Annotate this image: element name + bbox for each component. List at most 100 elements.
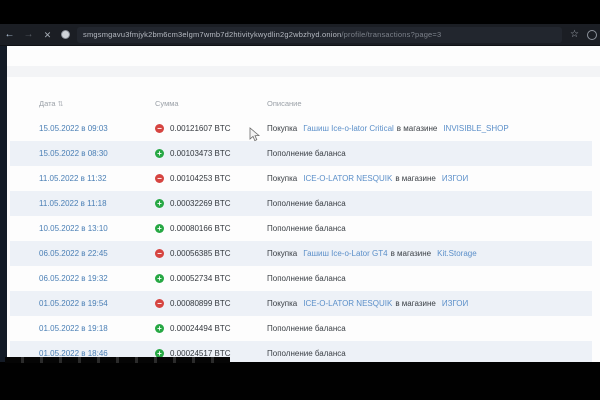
transaction-amount: 0.00024494 BTC [170,324,231,333]
transaction-description-cell: Пополнение баланса [267,324,592,333]
plus-circle-icon: + [155,274,164,283]
transaction-date-link[interactable]: 01.05.2022 в 19:18 [39,324,108,333]
transaction-date-link[interactable]: 11.05.2022 в 11:32 [39,174,107,183]
transactions-table: Дата⇅ Сумма Описание 15.05.2022 в 09:03 −… [10,90,592,366]
minus-circle-icon: − [155,249,164,258]
purchase-label: Покупка [267,299,297,308]
transaction-date-cell: 11.05.2022 в 11:18 [10,199,155,208]
header-amount: Сумма [155,99,267,108]
forward-icon[interactable]: → [19,24,38,46]
header-date-label: Дата [39,99,56,108]
table-row: 11.05.2022 в 11:32−0.00104253 BTCПокупка… [10,166,592,191]
transaction-description-cell: Пополнение баланса [267,199,592,208]
deposit-label: Пополнение баланса [267,199,346,208]
transaction-date-link[interactable]: 06.05.2022 в 19:32 [39,274,108,283]
url-domain: smgsmgavu3fmjyk2bm6cm3elgm7wmb7d2htivity… [83,30,341,39]
transaction-amount-cell: +0.00080166 BTC [155,224,267,233]
browser-toolbar: ← → ✕ smgsmgavu3fmjyk2bm6cm3elgm7wmb7d2h… [0,24,600,46]
transaction-description-cell: Пополнение баланса [267,349,592,358]
letterbox-bottom [0,362,600,400]
back-icon[interactable]: ← [0,24,19,46]
shop-connector-label: в магазине [391,249,432,258]
minus-circle-icon: − [155,299,164,308]
url-bar[interactable]: smgsmgavu3fmjyk2bm6cm3elgm7wmb7d2htivity… [77,27,562,43]
header-description-label: Описание [267,99,302,108]
transaction-amount: 0.00103473 BTC [170,149,231,158]
plus-circle-icon: + [155,149,164,158]
transaction-description-cell: Пополнение баланса [267,224,592,233]
table-header-row: Дата⇅ Сумма Описание [10,90,592,116]
transaction-amount-cell: +0.00024494 BTC [155,324,267,333]
video-frame: ← → ✕ smgsmgavu3fmjyk2bm6cm3elgm7wmb7d2h… [0,0,600,400]
purchase-label: Покупка [267,124,297,133]
transaction-date-link[interactable]: 15.05.2022 в 08:30 [39,149,108,158]
shop-link[interactable]: ИЗГОИ [442,174,468,183]
header-description: Описание [267,99,592,108]
transaction-date-link[interactable]: 06.05.2022 в 22:45 [39,249,108,258]
transaction-amount: 0.00104253 BTC [170,174,231,183]
transaction-amount-cell: +0.00032269 BTC [155,199,267,208]
stop-icon[interactable]: ✕ [38,24,57,46]
transaction-date-cell: 10.05.2022 в 13:10 [10,224,155,233]
transaction-description-cell: Покупка Гашиш Ice-o-Lator GT4 в магазине Ki… [267,249,592,258]
shop-connector-label: в магазине [395,174,436,183]
deposit-label: Пополнение баланса [267,324,346,333]
url-path: /profile/transactions?page=3 [341,30,441,39]
shop-link[interactable]: INVISIBLE_SHOP [443,124,508,133]
transaction-date-link[interactable]: 15.05.2022 в 09:03 [39,124,108,133]
header-date[interactable]: Дата⇅ [10,99,155,108]
video-artifact [5,357,230,363]
product-link[interactable]: ICE-O-LATOR NESQUIK [303,174,392,183]
transaction-date-cell: 01.05.2022 в 19:18 [10,324,155,333]
shop-link[interactable]: ИЗГОИ [442,299,468,308]
sort-icon[interactable]: ⇅ [58,101,64,108]
purchase-label: Покупка [267,249,297,258]
deposit-label: Пополнение баланса [267,224,346,233]
transaction-amount: 0.00056385 BTC [170,249,231,258]
minus-circle-icon: − [155,124,164,133]
shop-link[interactable]: Kit.Storage [437,249,477,258]
transaction-date-cell: 01.05.2022 в 19:54 [10,299,155,308]
site-info-icon[interactable] [61,30,70,39]
transaction-date-cell: 15.05.2022 в 09:03 [10,124,155,133]
transaction-description-cell: Пополнение баланса [267,149,592,158]
transaction-date-cell: 11.05.2022 в 11:32 [10,174,155,183]
transaction-description-cell: ПокупкаICE-O-LATOR NESQUIKв магазинеИЗГО… [267,174,592,183]
transaction-amount-cell: +0.00103473 BTC [155,149,267,158]
product-link[interactable]: ICE-O-LATOR NESQUIK [303,299,392,308]
window-edge [0,46,7,362]
deposit-label: Пополнение баланса [267,274,346,283]
url-text: smgsmgavu3fmjyk2bm6cm3elgm7wmb7d2htivity… [83,30,441,39]
product-link[interactable]: Гашиш Ice-o-lator Critical [303,124,394,133]
transaction-amount: 0.00121607 BTC [170,124,231,133]
page-content: Дата⇅ Сумма Описание 15.05.2022 в 09:03 −… [0,46,600,362]
table-row: 11.05.2022 в 11:18 +0.00032269 BTCПополне… [10,191,592,216]
table-row: 15.05.2022 в 09:03 −0.00121607 BTC Покупка… [10,116,592,141]
bookmark-star-icon[interactable]: ☆ [570,29,579,40]
transaction-date-link[interactable]: 10.05.2022 в 13:10 [39,224,108,233]
plus-circle-icon: + [155,224,164,233]
transaction-description-cell: Пополнение баланса [267,274,592,283]
table-row: 15.05.2022 в 08:30+0.00103473 BTCПополне… [10,141,592,166]
shield-icon[interactable] [587,30,597,40]
transaction-amount: 0.00032269 BTC [170,199,231,208]
transaction-amount-cell: −0.00104253 BTC [155,174,267,183]
table-row: 10.05.2022 в 13:10 +0.00080166 BTCПополне… [10,216,592,241]
plus-circle-icon: + [155,324,164,333]
transaction-amount: 0.00052734 BTC [170,274,231,283]
transaction-date-link[interactable]: 11.05.2022 в 11:18 [39,199,107,208]
table-row: 06.05.2022 в 19:32 +0.00052734 BTC Пополне… [10,266,592,291]
transaction-date-cell: 15.05.2022 в 08:30 [10,149,155,158]
product-link[interactable]: Гашиш Ice-o-Lator GT4 [303,249,387,258]
letterbox-top [0,0,600,24]
shop-connector-label: в магазине [395,299,436,308]
page-header-band [7,66,600,77]
table-row: 01.05.2022 в 19:54−0.00080899 BTCПокупка… [10,291,592,316]
transaction-description-cell: Покупка ICE-O-LATOR NESQUIKв магазине ИЗГО… [267,299,592,308]
transaction-date-cell: 06.05.2022 в 19:32 [10,274,155,283]
transaction-amount-cell: −0.00056385 BTC [155,249,267,258]
minus-circle-icon: − [155,174,164,183]
transaction-description-cell: ПокупкаГашиш Ice-o-lator Criticalв магаз… [267,124,592,133]
transaction-date-link[interactable]: 01.05.2022 в 19:54 [39,299,108,308]
transactions-table-body: 15.05.2022 в 09:03−0.00121607 BTCПокупка… [10,116,592,366]
